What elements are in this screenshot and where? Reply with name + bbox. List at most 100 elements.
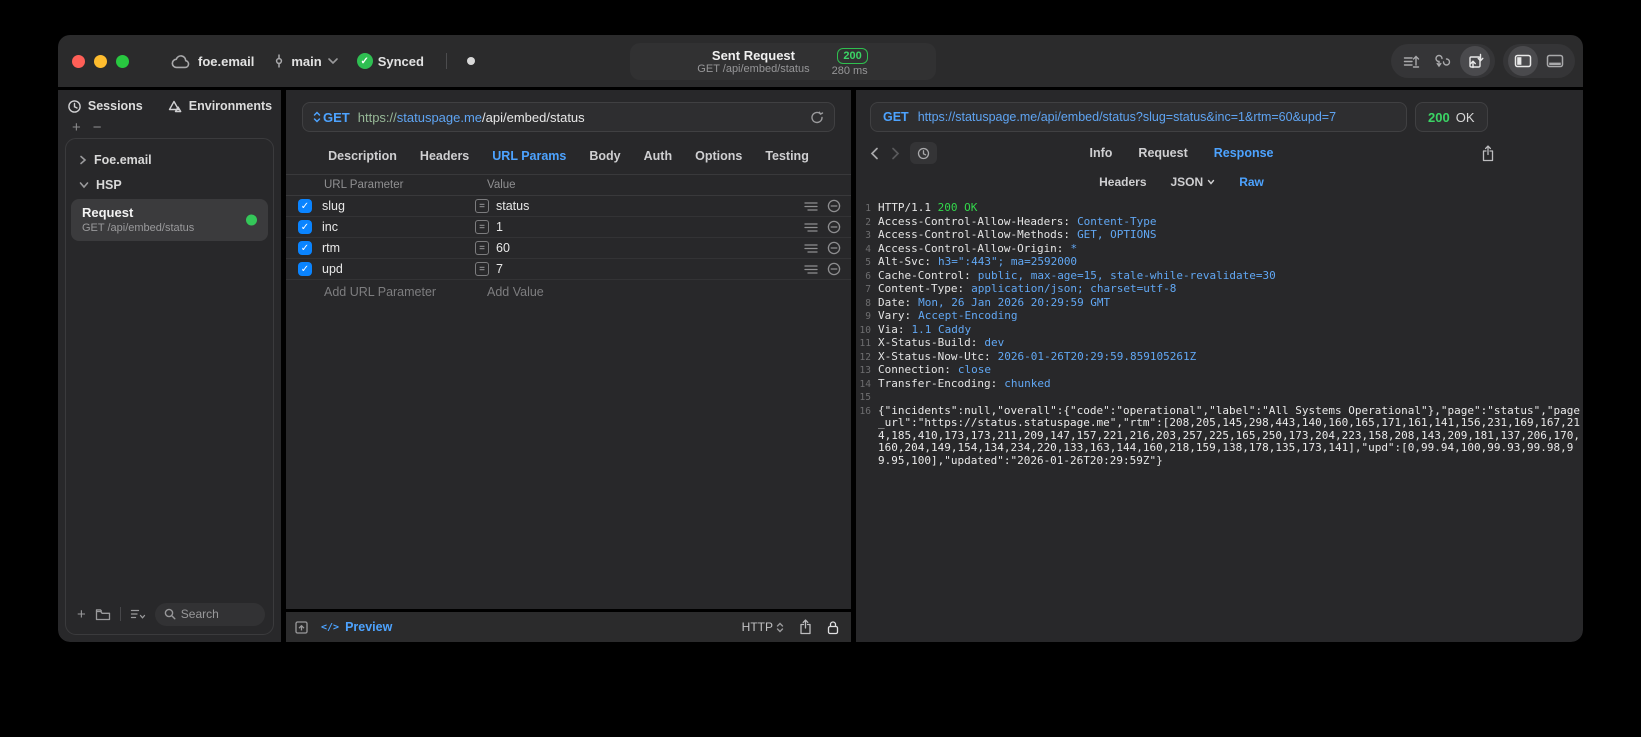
request-tab[interactable]: Headers (420, 149, 469, 163)
zoom-window-button[interactable] (116, 54, 129, 68)
environments-icon (167, 99, 183, 114)
expand-editor-icon[interactable] (294, 620, 309, 635)
code-icon: </> (321, 621, 340, 633)
sidebar-search[interactable] (154, 602, 265, 626)
export-response-button[interactable] (1481, 144, 1495, 162)
sent-url-display: GET https://statuspage.me/api/embed/stat… (870, 102, 1407, 132)
history-button[interactable] (910, 142, 937, 164)
close-window-button[interactable] (72, 54, 85, 68)
protocol-label: HTTP (741, 620, 773, 634)
minimize-window-button[interactable] (94, 54, 107, 68)
request-tab[interactable]: Testing (765, 149, 809, 163)
forward-icon[interactable] (891, 147, 900, 160)
remove-request-button[interactable]: − (93, 120, 102, 138)
param-name-field[interactable]: inc (322, 220, 475, 234)
response-toolbar: Info Request Response (856, 138, 1583, 168)
method-selector[interactable]: GET (313, 110, 350, 125)
search-input[interactable] (180, 607, 251, 621)
column-value-header: Value (487, 179, 516, 191)
remove-param-icon[interactable] (827, 262, 841, 276)
preview-button[interactable]: </> Preview (321, 620, 392, 634)
tree-item-hsp[interactable]: HSP (66, 172, 273, 197)
remove-param-icon[interactable] (827, 199, 841, 213)
request-tab[interactable]: Auth (644, 149, 672, 163)
response-panel: GET https://statuspage.me/api/embed/stat… (856, 90, 1583, 642)
sort-button[interactable] (130, 608, 146, 620)
sidebar-request-item[interactable]: Request GET /api/embed/status (71, 199, 268, 241)
param-checkbox[interactable]: ✓ (298, 220, 312, 234)
param-value-field[interactable]: 1 (496, 220, 804, 234)
request-tab[interactable]: URL Params (492, 149, 566, 163)
header-value: * (1070, 241, 1078, 255)
subtab-raw[interactable]: Raw (1239, 175, 1264, 189)
header-key: Access-Control-Allow-Methods: (878, 228, 1071, 241)
toggle-bottom-panel-button[interactable] (1540, 46, 1570, 76)
action-group-panels (1503, 44, 1575, 78)
add-param-value[interactable]: Add Value (487, 285, 544, 299)
share-icon[interactable] (799, 619, 812, 635)
request-summary-pill[interactable]: Sent Request GET /api/embed/status 200 2… (629, 43, 936, 80)
header-value: Content-Type (1077, 214, 1157, 228)
remove-param-icon[interactable] (827, 241, 841, 255)
subtab-headers[interactable]: Headers (1099, 175, 1146, 189)
tab-sessions[interactable]: Sessions (67, 99, 143, 114)
new-item-button[interactable]: + (77, 606, 86, 623)
import-button[interactable] (1396, 46, 1426, 76)
back-icon[interactable] (870, 147, 879, 160)
subtab-json[interactable]: JSON (1171, 175, 1216, 189)
add-param-name[interactable]: Add URL Parameter (324, 285, 487, 299)
request-tab[interactable]: Options (695, 149, 742, 163)
add-param-row[interactable]: Add URL Parameter Add Value (286, 280, 851, 304)
request-item-title: Request (82, 205, 134, 220)
remove-param-icon[interactable] (827, 220, 841, 234)
request-duration: 280 ms (831, 65, 868, 77)
header-key: X-Status-Build: (878, 336, 978, 349)
param-value-field[interactable]: 7 (496, 262, 804, 276)
param-value-field[interactable]: 60 (496, 241, 804, 255)
param-checkbox[interactable]: ✓ (298, 199, 312, 213)
chevron-down-icon (1207, 179, 1215, 185)
reorder-icon[interactable] (804, 201, 818, 212)
request-tabs: Description Headers URL Params Body Auth Opti… (286, 138, 851, 174)
search-icon (164, 608, 176, 620)
header-value: public, max-age=15, stale-while-revalida… (977, 268, 1276, 282)
param-name-field[interactable]: upd (322, 262, 475, 276)
project-name[interactable]: foe.email (198, 54, 254, 69)
reorder-icon[interactable] (804, 264, 818, 275)
new-group-button[interactable] (95, 608, 111, 621)
param-name-field[interactable]: slug (322, 199, 475, 213)
titlebar-actions (1391, 44, 1575, 78)
tab-environments[interactable]: Environments (167, 99, 272, 114)
action-group-primary (1391, 44, 1495, 78)
request-tab[interactable]: Description (328, 149, 397, 163)
response-raw-view[interactable]: 1 HTTP/1.1 200 OK 2 Access-Control-Allow… (856, 195, 1583, 642)
code-generator-button[interactable] (1428, 46, 1458, 76)
reorder-icon[interactable] (804, 222, 818, 233)
equals-icon: = (475, 241, 489, 255)
send-request-button[interactable] (1460, 46, 1490, 76)
response-header-line: 7 Content-Type: application/json; charse… (856, 282, 1583, 297)
tab-response[interactable]: Response (1214, 146, 1274, 160)
lock-icon[interactable] (827, 620, 839, 635)
tab-info[interactable]: Info (1090, 146, 1113, 160)
branch-selector[interactable]: main (272, 53, 338, 69)
param-name-field[interactable]: rtm (322, 241, 475, 255)
toggle-sidebar-button[interactable] (1508, 46, 1538, 76)
param-value-field[interactable]: status (496, 199, 804, 213)
request-tab[interactable]: Body (589, 149, 620, 163)
add-request-button[interactable]: + (72, 120, 81, 138)
header-key: Alt-Svc: (878, 255, 931, 268)
status-protocol: HTTP/1.1 (878, 201, 938, 214)
response-header-line: 6 Cache-Control: public, max-age=15, sta… (856, 268, 1583, 284)
request-url-field[interactable]: GET https://statuspage.me/api/embed/stat… (302, 102, 835, 132)
reorder-icon[interactable] (804, 243, 818, 254)
response-header-line: 9 Vary: Accept-Encoding (856, 309, 1583, 324)
param-checkbox[interactable]: ✓ (298, 241, 312, 255)
param-checkbox[interactable]: ✓ (298, 262, 312, 276)
tree-item-foe-email[interactable]: Foe.email (66, 147, 273, 172)
tab-request[interactable]: Request (1138, 146, 1187, 160)
equals-icon: = (475, 199, 489, 213)
reload-icon[interactable] (810, 110, 824, 125)
sync-status[interactable]: ✓ Synced (356, 53, 424, 69)
protocol-selector[interactable]: HTTP (742, 620, 784, 634)
